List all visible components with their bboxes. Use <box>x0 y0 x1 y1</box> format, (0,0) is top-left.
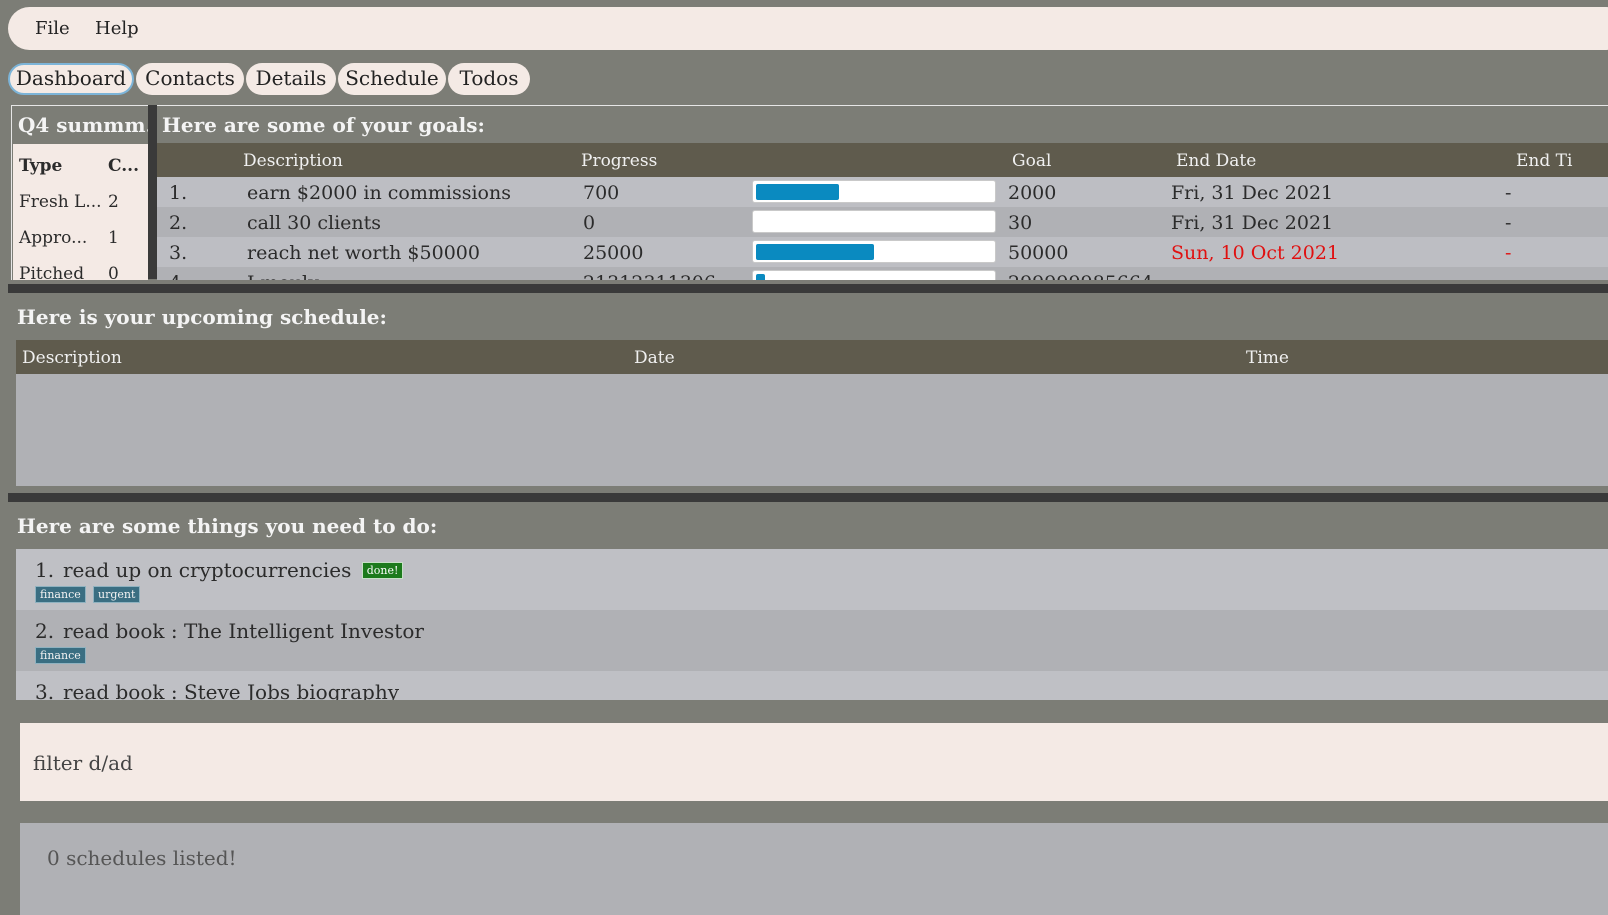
goal-index: 3. <box>169 242 188 264</box>
todo-text: 3. read book : Steve Jobs biography <box>35 680 399 700</box>
list-item[interactable]: 2. read book : The Intelligent Investor f… <box>16 610 1608 671</box>
pane-divider[interactable] <box>148 105 157 279</box>
goal-target: 30 <box>1008 212 1033 234</box>
goal-progress: 700 <box>583 182 620 204</box>
goals-table-header: Description Progress Goal End Date End T… <box>157 143 1608 177</box>
tab-contacts[interactable]: Contacts <box>136 63 244 95</box>
goal-end-date: Fri, 31 Dec 2021 <box>1171 212 1334 234</box>
goal-end-time: - <box>1505 242 1512 264</box>
goals-header-description[interactable]: Description <box>243 151 343 171</box>
goal-description: earn $2000 in commissions <box>247 182 511 204</box>
todo-text: 1. read up on cryptocurrencies done! <box>35 558 404 582</box>
goals-header-end-date[interactable]: End Date <box>1176 151 1256 171</box>
goal-end-time: - <box>1505 212 1512 234</box>
result-message: 0 schedules listed! <box>47 846 237 870</box>
table-row[interactable]: 3. reach net worth $50000 25000 50000 Su… <box>157 237 1608 267</box>
goal-progress-bar <box>752 270 996 280</box>
goal-progress-fill <box>756 274 765 280</box>
goal-description: I meuly <box>247 272 319 280</box>
result-display: 0 schedules listed! <box>20 823 1608 915</box>
goals-header-progress[interactable]: Progress <box>581 151 657 171</box>
goals-panel: Here are some of your goals: Description… <box>157 105 1608 280</box>
table-row[interactable]: 1. earn $2000 in commissions 700 2000 Fr… <box>157 177 1608 207</box>
summary-row-type: Pitched <box>19 264 85 280</box>
summary-row-count: 0 <box>108 264 119 280</box>
goal-description: call 30 clients <box>247 212 382 234</box>
goal-progress-bar <box>752 210 996 233</box>
goal-target: 50000 <box>1008 242 1069 264</box>
goal-index: 1. <box>169 182 188 204</box>
goal-target: 299999985664 <box>1008 272 1153 280</box>
todo-description: read book : Steve Jobs biography <box>63 680 399 700</box>
tag-label: urgent <box>93 586 141 603</box>
goal-end-time: - <box>1505 182 1512 204</box>
goal-progress: 0 <box>583 212 596 234</box>
list-item[interactable]: 3. read book : Steve Jobs biography <box>16 671 1608 700</box>
summary-row-type: Appro... <box>19 228 88 248</box>
todo-description: read up on cryptocurrencies <box>63 558 352 582</box>
todo-text: 2. read book : The Intelligent Investor <box>35 619 424 643</box>
summary-title: Q4 summm... <box>18 113 148 137</box>
goal-description: reach net worth $50000 <box>247 242 480 264</box>
todo-description: read book : The Intelligent Investor <box>63 619 424 643</box>
summary-row-type: Fresh L... <box>19 192 102 212</box>
menu-file[interactable]: File <box>35 18 70 39</box>
split-divider[interactable] <box>8 493 1608 502</box>
goal-progress: 25000 <box>583 242 644 264</box>
schedule-header-date[interactable]: Date <box>634 348 675 368</box>
todo-index: 3. <box>35 680 55 700</box>
schedule-header-time[interactable]: Time <box>1246 348 1289 368</box>
menu-bar: File Help <box>8 7 1608 50</box>
todos-title: Here are some things you need to do: <box>17 514 438 538</box>
tag-label: finance <box>35 647 86 664</box>
summary-row-count: 2 <box>108 192 119 212</box>
summary-row-count: 1 <box>108 228 119 248</box>
goal-progress-bar <box>752 240 996 263</box>
goal-index: 2. <box>169 212 188 234</box>
goal-progress-fill <box>756 184 839 200</box>
schedule-header-description[interactable]: Description <box>22 348 122 368</box>
list-item[interactable]: 1. read up on cryptocurrencies done! fina… <box>16 549 1608 610</box>
goal-progress: 21312311306 <box>583 272 716 280</box>
goals-title: Here are some of your goals: <box>162 113 485 137</box>
tab-schedule[interactable]: Schedule <box>338 63 446 95</box>
command-input[interactable]: filter d/ad <box>20 723 1608 801</box>
schedule-table-header: Description Date Time <box>16 340 1608 374</box>
done-badge: done! <box>361 562 404 579</box>
menu-help[interactable]: Help <box>95 18 139 39</box>
summary-table: Type C... Fresh L... 2 Appro... 1 Pitche… <box>13 144 148 280</box>
goals-header-end-time[interactable]: End Ti <box>1516 151 1572 171</box>
goal-progress-fill <box>756 244 874 260</box>
tag-label: finance <box>35 586 86 603</box>
goal-progress-bar <box>752 180 996 203</box>
tab-todos[interactable]: Todos <box>448 63 530 95</box>
goals-header-goal[interactable]: Goal <box>1012 151 1051 171</box>
todo-list: 1. read up on cryptocurrencies done! fina… <box>16 549 1608 700</box>
todo-index: 1. <box>35 558 55 582</box>
tab-details[interactable]: Details <box>246 63 336 95</box>
schedule-table-body <box>16 374 1608 486</box>
table-row[interactable]: 4. I meuly 21312311306 299999985664 <box>157 267 1608 280</box>
schedule-title: Here is your upcoming schedule: <box>17 305 387 329</box>
tab-dashboard[interactable]: Dashboard <box>8 63 134 95</box>
todo-index: 2. <box>35 619 55 643</box>
summary-header-count[interactable]: C... <box>108 156 139 176</box>
command-input-value[interactable]: filter d/ad <box>33 751 133 775</box>
summary-header-type[interactable]: Type <box>19 156 62 176</box>
goal-index: 4. <box>169 272 187 280</box>
goal-end-date: Fri, 31 Dec 2021 <box>1171 182 1334 204</box>
goal-end-date-overdue: Sun, 10 Oct 2021 <box>1171 242 1340 264</box>
split-divider[interactable] <box>8 284 1608 293</box>
summary-panel: Q4 summm... Type C... Fresh L... 2 Appro… <box>11 105 148 280</box>
goal-target: 2000 <box>1008 182 1057 204</box>
table-row[interactable]: 2. call 30 clients 0 30 Fri, 31 Dec 2021… <box>157 207 1608 237</box>
